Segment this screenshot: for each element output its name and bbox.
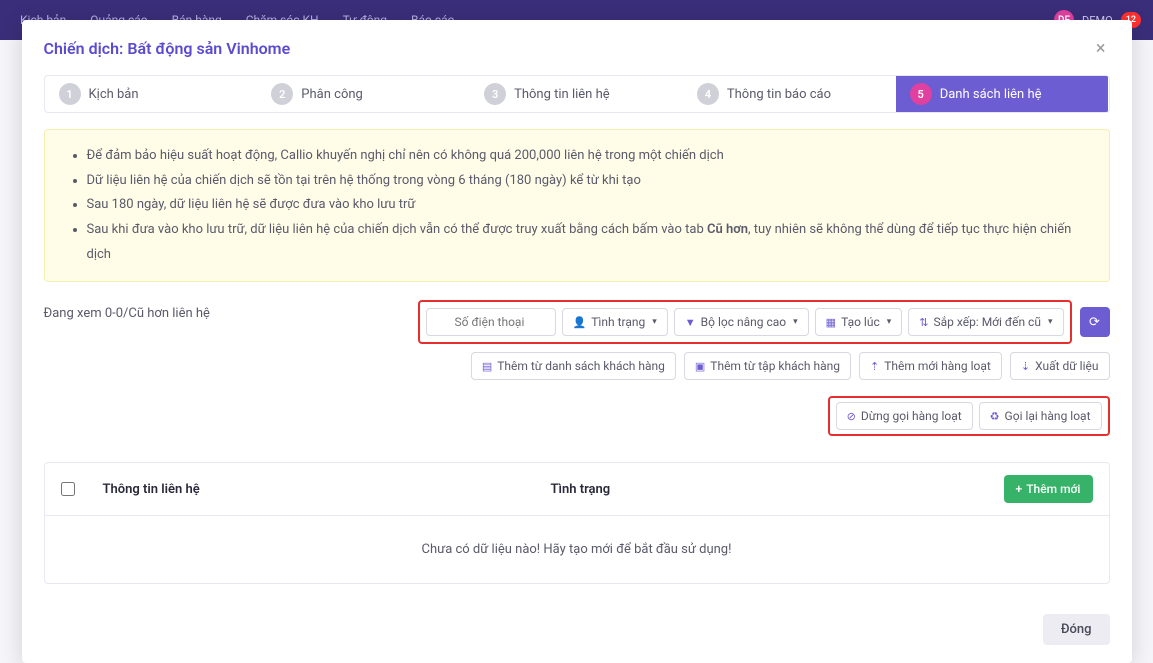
step-wizard: 1 Kịch bản 2 Phân công 3 Thông tin liên … [44,75,1110,113]
sort-icon: ⇅ [919,316,928,329]
contacts-table: Thông tin liên hệ Tình trạng +Thêm mới C… [44,462,1110,584]
filter-row-1: ⌕ 👤Tình trạng▾ ▼Bộ lọc nâng cao▾ ▦Tạo lú… [418,300,1110,344]
col-status: Tình trạng [551,482,611,497]
add-new-button[interactable]: +Thêm mới [1004,475,1093,503]
step-script[interactable]: 1 Kịch bản [45,76,258,112]
warning-panel: Để đảm bảo hiệu suất hoạt động, Callio k… [44,129,1110,282]
step-label: Danh sách liên hệ [940,87,1042,102]
step-num-icon: 1 [59,83,81,105]
bulk-call-highlight-box: ⊘Dừng gọi hàng loạt ♻Gọi lại hàng loạt [828,396,1110,436]
chevron-down-icon: ▾ [1048,317,1053,327]
recycle-icon: ♻ [990,410,1000,423]
step-label: Phân công [301,87,363,102]
folder-icon: ▣ [695,360,705,373]
stop-icon: ⊘ [847,410,856,423]
bulk-recall-button[interactable]: ♻Gọi lại hàng loạt [979,402,1102,430]
controls-row: Đang xem 0-0/Cũ hơn liên hệ ⌕ 👤Tình trạn… [44,300,1110,436]
step-num-icon: 4 [697,83,719,105]
advanced-filter-button[interactable]: ▼Bộ lọc nâng cao▾ [674,308,809,336]
sort-button[interactable]: ⇅Sắp xếp: Mới đến cũ▾ [908,308,1063,336]
warning-line: Sau 180 ngày, dữ liệu liên hệ sẽ được đư… [87,193,1091,218]
close-button[interactable]: Đóng [1043,614,1110,645]
step-report-info[interactable]: 4 Thông tin báo cáo [683,76,896,112]
table-empty-state: Chưa có dữ liệu nào! Hãy tạo mới để bắt … [45,516,1109,583]
col-contact-info: Thông tin liên hệ [103,482,523,497]
modal-overlay: Chiến dịch: Bất động sản Vinhome × 1 Kịc… [0,0,1153,551]
step-label: Thông tin báo cáo [727,87,831,102]
warning-line: Dữ liệu liên hệ của chiến dịch sẽ tồn tạ… [87,169,1091,194]
search-input[interactable] [426,308,556,336]
add-from-set-button[interactable]: ▣Thêm từ tập khách hàng [684,352,851,380]
created-filter-button[interactable]: ▦Tạo lúc▾ [815,308,903,336]
table-header: Thông tin liên hệ Tình trạng +Thêm mới [45,463,1109,516]
modal-title: Chiến dịch: Bất động sản Vinhome [44,39,291,58]
chevron-down-icon: ▾ [793,317,798,327]
step-contact-list[interactable]: 5 Danh sách liên hệ [896,76,1109,112]
status-filter-button[interactable]: 👤Tình trạng▾ [562,308,668,336]
warning-line: Để đảm bảo hiệu suất hoạt động, Callio k… [87,144,1091,169]
action-column: ⌕ 👤Tình trạng▾ ▼Bộ lọc nâng cao▾ ▦Tạo lú… [418,300,1110,436]
filter-icon: ▼ [685,316,696,329]
bulk-add-button[interactable]: ⇡Thêm mới hàng loạt [859,352,1002,380]
refresh-button[interactable]: ⟳ [1080,307,1110,337]
warning-line: Sau khi đưa vào kho lưu trữ, dữ liệu liê… [87,218,1091,267]
download-icon: ⇣ [1021,360,1030,373]
campaign-modal: Chiến dịch: Bất động sản Vinhome × 1 Kịc… [22,20,1132,663]
add-from-list-button[interactable]: ▤Thêm từ danh sách khách hàng [471,352,676,380]
step-label: Kịch bản [89,87,139,102]
step-label: Thông tin liên hệ [514,87,610,102]
step-num-icon: 5 [910,83,932,105]
step-num-icon: 2 [271,83,293,105]
user-icon: 👤 [573,316,587,329]
upload-icon: ⇡ [870,360,879,373]
step-contact-info[interactable]: 3 Thông tin liên hệ [470,76,683,112]
step-num-icon: 3 [484,83,506,105]
action-row-2: ▤Thêm từ danh sách khách hàng ▣Thêm từ t… [471,352,1110,380]
search-wrap: ⌕ [426,308,556,336]
close-icon[interactable]: × [1092,38,1110,59]
bulk-stop-button[interactable]: ⊘Dừng gọi hàng loạt [836,402,973,430]
modal-header: Chiến dịch: Bất động sản Vinhome × [44,38,1110,59]
calendar-icon: ▦ [826,316,836,329]
chevron-down-icon: ▾ [887,317,892,327]
chevron-down-icon: ▾ [652,317,657,327]
list-icon: ▤ [482,360,492,373]
viewing-status: Đang xem 0-0/Cũ hơn liên hệ [44,300,210,321]
plus-icon: + [1016,482,1023,496]
refresh-icon: ⟳ [1089,315,1100,330]
export-button[interactable]: ⇣Xuất dữ liệu [1010,352,1110,380]
select-all-checkbox[interactable] [61,482,75,496]
step-assign[interactable]: 2 Phân công [257,76,470,112]
filter-highlight-box: ⌕ 👤Tình trạng▾ ▼Bộ lọc nâng cao▾ ▦Tạo lú… [418,300,1072,344]
modal-footer: Đóng [44,614,1110,645]
